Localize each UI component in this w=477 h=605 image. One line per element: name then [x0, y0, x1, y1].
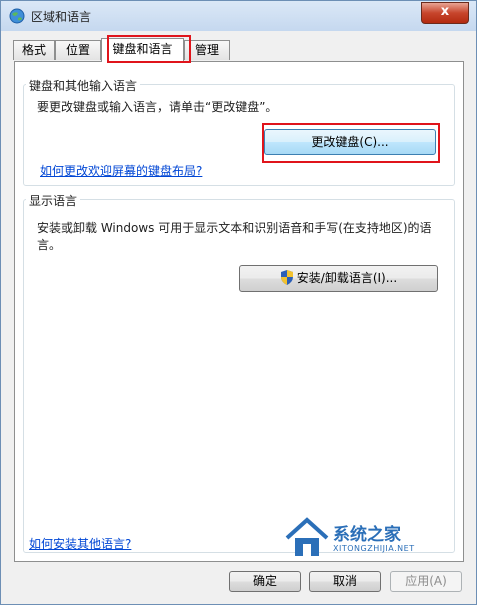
title-bar[interactable]: 区域和语言 x [1, 1, 476, 31]
tab-formats[interactable]: 格式 [13, 40, 55, 60]
tab-highlight-box [107, 35, 191, 63]
tab-panel: 键盘和其他输入语言 要更改键盘或输入语言，请单击“更改键盘”。 更改键盘(C).… [14, 61, 464, 562]
close-button[interactable]: x [421, 2, 469, 24]
keyboard-description: 要更改键盘或输入语言，请单击“更改键盘”。 [37, 100, 278, 114]
display-description-line2: 言。 [37, 238, 62, 252]
welcome-keyboard-link[interactable]: 如何更改欢迎屏幕的键盘布局? [40, 162, 202, 179]
globe-icon [9, 8, 25, 24]
apply-button[interactable]: 应用(A) [390, 571, 462, 592]
region-language-dialog: 区域和语言 x 格式 位置 键盘和语言 管理 键盘和其他输入语言 要更改键盘或输… [0, 0, 477, 605]
install-button-label: 安装/卸载语言(I)... [296, 271, 398, 285]
display-language-group [23, 199, 455, 553]
install-uninstall-languages-button[interactable]: 安装/卸载语言(I)... [239, 265, 438, 292]
button-highlight-box [262, 123, 440, 163]
install-other-languages-link[interactable]: 如何安装其他语言? [29, 535, 131, 552]
ok-button[interactable]: 确定 [229, 571, 301, 592]
window-title: 区域和语言 [31, 10, 92, 24]
uac-shield-icon [280, 270, 293, 285]
display-group-title: 显示语言 [26, 192, 81, 209]
display-description-line1: 安装或卸载 Windows 可用于显示文本和识别语音和手写(在支持地区)的语 [37, 221, 432, 235]
tab-location[interactable]: 位置 [55, 40, 101, 60]
cancel-button[interactable]: 取消 [309, 571, 381, 592]
close-icon: x [440, 4, 450, 19]
house-logo-icon [285, 517, 329, 556]
watermark-url: XITONGZHIJIA.NET [333, 544, 415, 553]
watermark-logo: 系统之家 XITONGZHIJIA.NET [283, 516, 443, 562]
watermark-name: 系统之家 [333, 525, 401, 545]
keyboard-group-title: 键盘和其他输入语言 [26, 77, 141, 94]
